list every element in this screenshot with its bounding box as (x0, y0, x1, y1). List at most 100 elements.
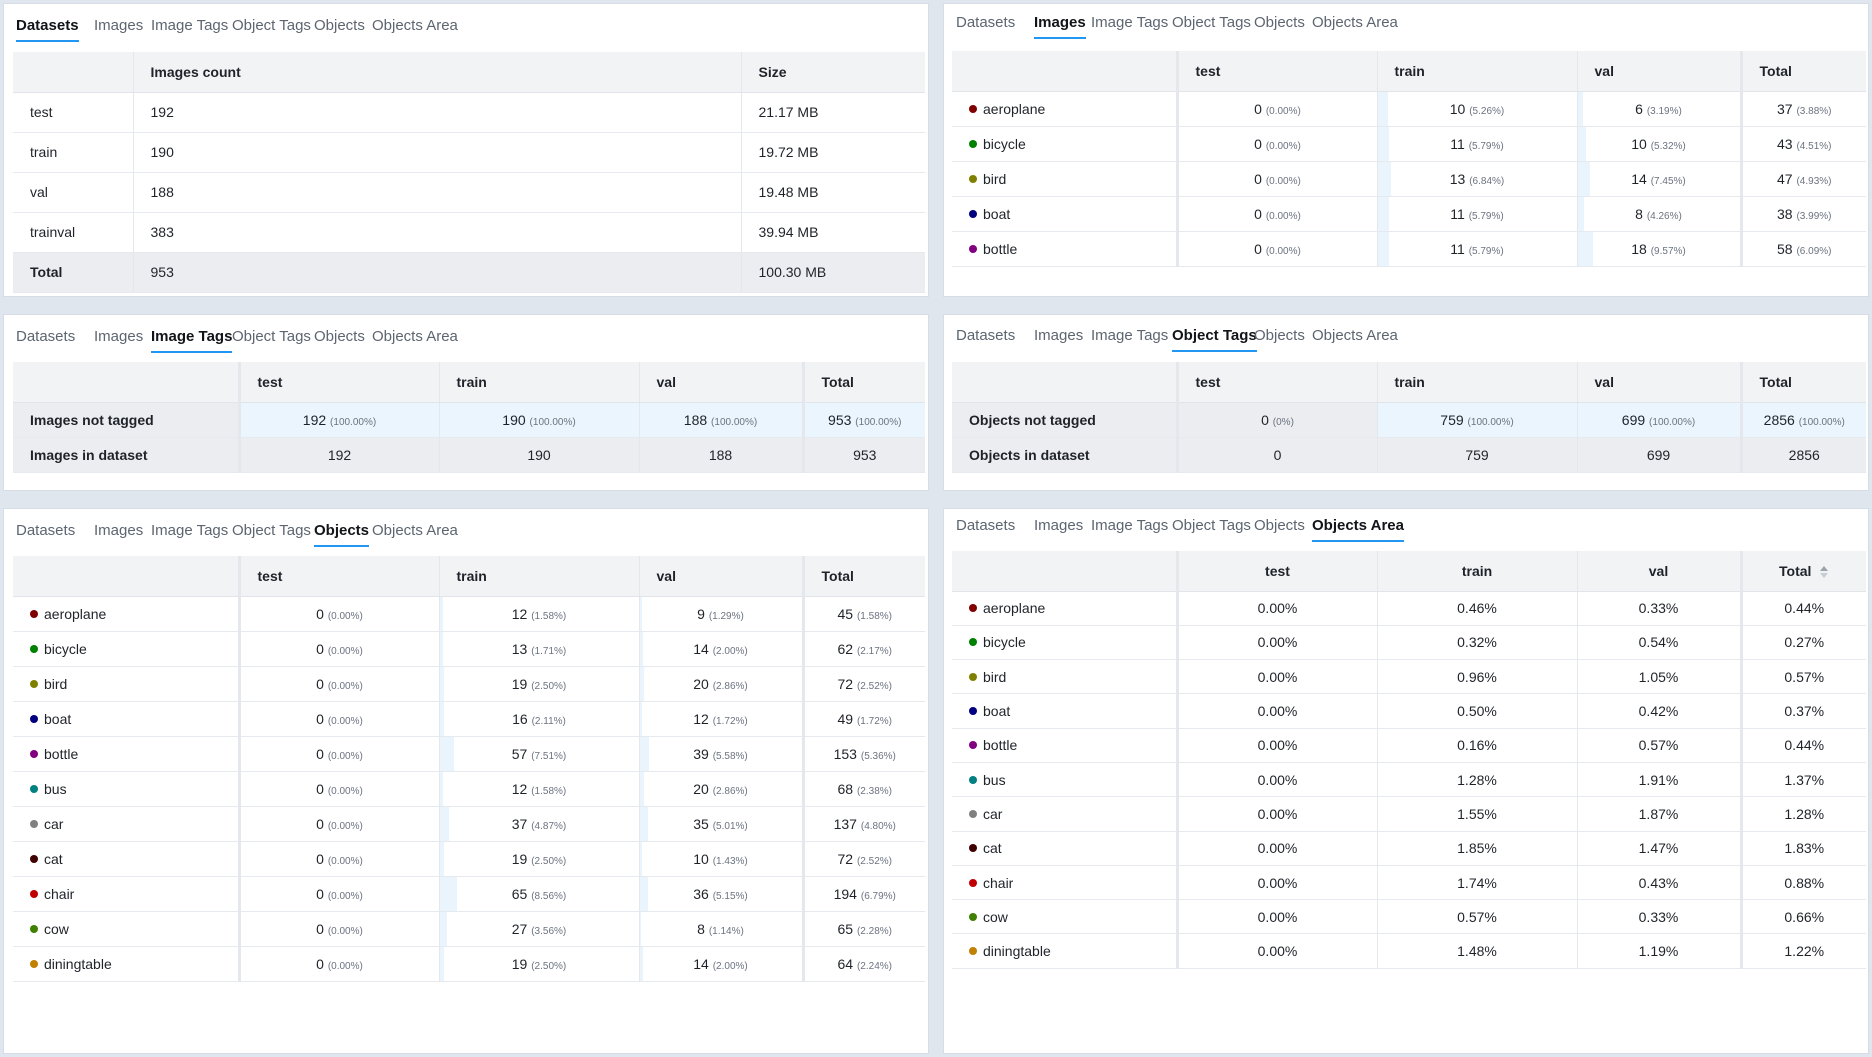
header-val[interactable]: val (638, 362, 803, 403)
tab-images[interactable]: Images (1034, 327, 1083, 344)
header-total[interactable]: Total (1739, 362, 1866, 403)
table-row[interactable]: aeroplane 0 (0.00%) 10 (5.26%) 6 (3.19%) 37 … (952, 91, 1866, 127)
table-row[interactable]: bird 0 (0.00%) 19 (2.50%) 20 (2.86%) 72 (2.5… (13, 666, 925, 702)
tab-objects[interactable]: Objects (1254, 327, 1305, 344)
header-images-count[interactable]: Images count (132, 52, 741, 93)
table-row[interactable]: boat 0 (0.00%) 16 (2.11%) 12 (1.72%) 49 (1.7… (13, 701, 925, 737)
header-val[interactable]: val (1576, 51, 1741, 92)
tab-objects-area[interactable]: Objects Area (1312, 14, 1398, 31)
table-row[interactable]: bus 0 (0.00%) 12 (1.58%) 20 (2.86%) 68 (2.38… (13, 771, 925, 807)
header-size[interactable]: Size (740, 52, 925, 93)
header-test[interactable]: test (1175, 51, 1377, 92)
tab-objects[interactable]: Objects (1254, 517, 1305, 534)
tab-images[interactable]: Images (1034, 517, 1083, 534)
table-row[interactable]: boat 0 (0.00%) 11 (5.79%) 8 (4.26%) 38 (3.99… (952, 196, 1866, 232)
header-test[interactable]: test (1175, 362, 1377, 403)
table-row[interactable]: bicycle 0.00% 0.32% 0.54% 0.27% (952, 625, 1866, 661)
tag-row[interactable]: Images not tagged 192 (100.00%) 190 (100.0… (13, 402, 925, 438)
tag-row[interactable]: Images in dataset 192 190 188 953 (13, 437, 925, 473)
tab-objects-area[interactable]: Objects Area (372, 17, 458, 34)
tab-image-tags[interactable]: Image Tags (151, 17, 228, 34)
table-row[interactable]: bird 0.00% 0.96% 1.05% 0.57% (952, 659, 1866, 695)
table-row[interactable]: car 0 (0.00%) 37 (4.87%) 35 (5.01%) 137 (4.8… (13, 806, 925, 842)
table-row[interactable]: bottle 0 (0.00%) 11 (5.79%) 18 (9.57%) 58 (6… (952, 231, 1866, 267)
tag-count: 192 (302, 411, 327, 428)
tab-image-tags[interactable]: Image Tags (151, 522, 228, 539)
header-test[interactable]: test (237, 362, 439, 403)
tab-datasets[interactable]: Datasets (956, 517, 1015, 534)
table-row[interactable]: chair 0.00% 1.74% 0.43% 0.88% (952, 865, 1866, 901)
tab-image-tags[interactable]: Image Tags (1091, 517, 1168, 534)
table-row[interactable]: bottle 0.00% 0.16% 0.57% 0.44% (952, 728, 1866, 763)
header-total[interactable]: Total (1739, 51, 1866, 92)
table-row[interactable]: aeroplane 0.00% 0.46% 0.33% 0.44% (952, 591, 1866, 626)
tab-object-tags[interactable]: Object Tags (1172, 327, 1257, 352)
table-row[interactable]: val 188 19.48 MB (13, 172, 925, 213)
tab-images[interactable]: Images (94, 17, 143, 34)
tab-objects-area[interactable]: Objects Area (372, 328, 458, 345)
tab-image-tags[interactable]: Image Tags (151, 328, 233, 353)
tab-datasets[interactable]: Datasets (16, 328, 75, 345)
tab-objects[interactable]: Objects (314, 522, 370, 547)
tab-images[interactable]: Images (94, 522, 143, 539)
table-row[interactable]: boat 0.00% 0.50% 0.42% 0.37% (952, 693, 1866, 729)
tab-object-tags[interactable]: Object Tags (232, 522, 311, 539)
tab-object-tags[interactable]: Object Tags (1172, 14, 1251, 31)
header-val[interactable]: val (1576, 362, 1741, 403)
count-percent: (1.58%) (531, 785, 567, 797)
tag-row[interactable]: Objects in dataset 0 759 699 2856 (952, 437, 1866, 473)
tab-objects-area[interactable]: Objects Area (1312, 517, 1404, 542)
tab-object-tags[interactable]: Object Tags (232, 17, 311, 34)
table-row[interactable]: chair 0 (0.00%) 65 (8.56%) 36 (5.15%) 194 (6… (13, 876, 925, 912)
table-row[interactable]: bus 0.00% 1.28% 1.91% 1.37% (952, 762, 1866, 798)
tab-datasets[interactable]: Datasets (16, 17, 79, 42)
tab-objects[interactable]: Objects (1254, 14, 1305, 31)
tab-datasets[interactable]: Datasets (16, 522, 75, 539)
table-row[interactable]: aeroplane 0 (0.00%) 12 (1.58%) 9 (1.29%) 45 … (13, 596, 925, 632)
tab-object-tags[interactable]: Object Tags (232, 328, 311, 345)
table-row[interactable]: cow 0.00% 0.57% 0.33% 0.66% (952, 899, 1866, 935)
header-val[interactable]: val (1576, 551, 1741, 592)
table-row[interactable]: diningtable 0 (0.00%) 19 (2.50%) 14 (2.00%)… (13, 946, 925, 982)
tab-image-tags[interactable]: Image Tags (1091, 327, 1168, 344)
table-row[interactable]: bicycle 0 (0.00%) 11 (5.79%) 10 (5.32%) 43 (… (952, 126, 1866, 162)
table-row[interactable]: test 192 21.17 MB (13, 92, 925, 133)
table-row[interactable]: car 0.00% 1.55% 1.87% 1.28% (952, 796, 1866, 832)
header-train[interactable]: train (1376, 362, 1577, 403)
table-row[interactable]: bicycle 0 (0.00%) 13 (1.71%) 14 (2.00%) 62 (… (13, 631, 925, 667)
sort-icon[interactable] (1819, 566, 1829, 579)
header-test[interactable]: test (1175, 551, 1377, 592)
table-row[interactable]: bottle 0 (0.00%) 57 (7.51%) 39 (5.58%) 153 (… (13, 736, 925, 772)
header-test[interactable]: test (237, 556, 439, 597)
header-total[interactable]: Total (801, 362, 925, 403)
table-row[interactable]: cat 0 (0.00%) 19 (2.50%) 10 (1.43%) 72 (2.52… (13, 841, 925, 877)
tab-objects[interactable]: Objects (314, 17, 365, 34)
header-train[interactable]: train (438, 556, 639, 597)
tab-datasets[interactable]: Datasets (956, 327, 1015, 344)
header-total[interactable]: Total (1739, 551, 1866, 592)
header-val[interactable]: val (638, 556, 803, 597)
table-row[interactable]: bird 0 (0.00%) 13 (6.84%) 14 (7.45%) 47 (4.9… (952, 161, 1866, 197)
table-row[interactable]: diningtable 0.00% 1.48% 1.19% 1.22% (952, 933, 1866, 969)
tab-objects-area[interactable]: Objects Area (1312, 327, 1398, 344)
tab-datasets[interactable]: Datasets (956, 14, 1015, 31)
table-row[interactable]: cow 0 (0.00%) 27 (3.56%) 8 (1.14%) 65 (2.28%… (13, 911, 925, 947)
table-row[interactable]: cat 0.00% 1.85% 1.47% 1.83% (952, 831, 1866, 866)
tab-objects[interactable]: Objects (314, 328, 365, 345)
tab-image-tags[interactable]: Image Tags (1091, 14, 1168, 31)
fill-bar (640, 911, 642, 945)
tab-objects-area[interactable]: Objects Area (372, 522, 458, 539)
header-train[interactable]: train (1376, 51, 1577, 92)
table-row[interactable]: train 190 19.72 MB (13, 132, 925, 173)
table-row[interactable]: trainval 383 39.94 MB (13, 212, 925, 253)
area-percent: 0.33% (1576, 591, 1741, 626)
header-train[interactable]: train (438, 362, 639, 403)
header-total[interactable]: Total (801, 556, 925, 597)
header-train[interactable]: train (1376, 551, 1577, 592)
tab-object-tags[interactable]: Object Tags (1172, 517, 1251, 534)
header-label: val (656, 373, 676, 390)
tab-images[interactable]: Images (94, 328, 143, 345)
tab-images[interactable]: Images (1034, 14, 1086, 39)
count-percent: (8.56%) (531, 890, 567, 902)
tag-row[interactable]: Objects not tagged 0 (0%) 759 (100.00%) 699… (952, 402, 1866, 438)
